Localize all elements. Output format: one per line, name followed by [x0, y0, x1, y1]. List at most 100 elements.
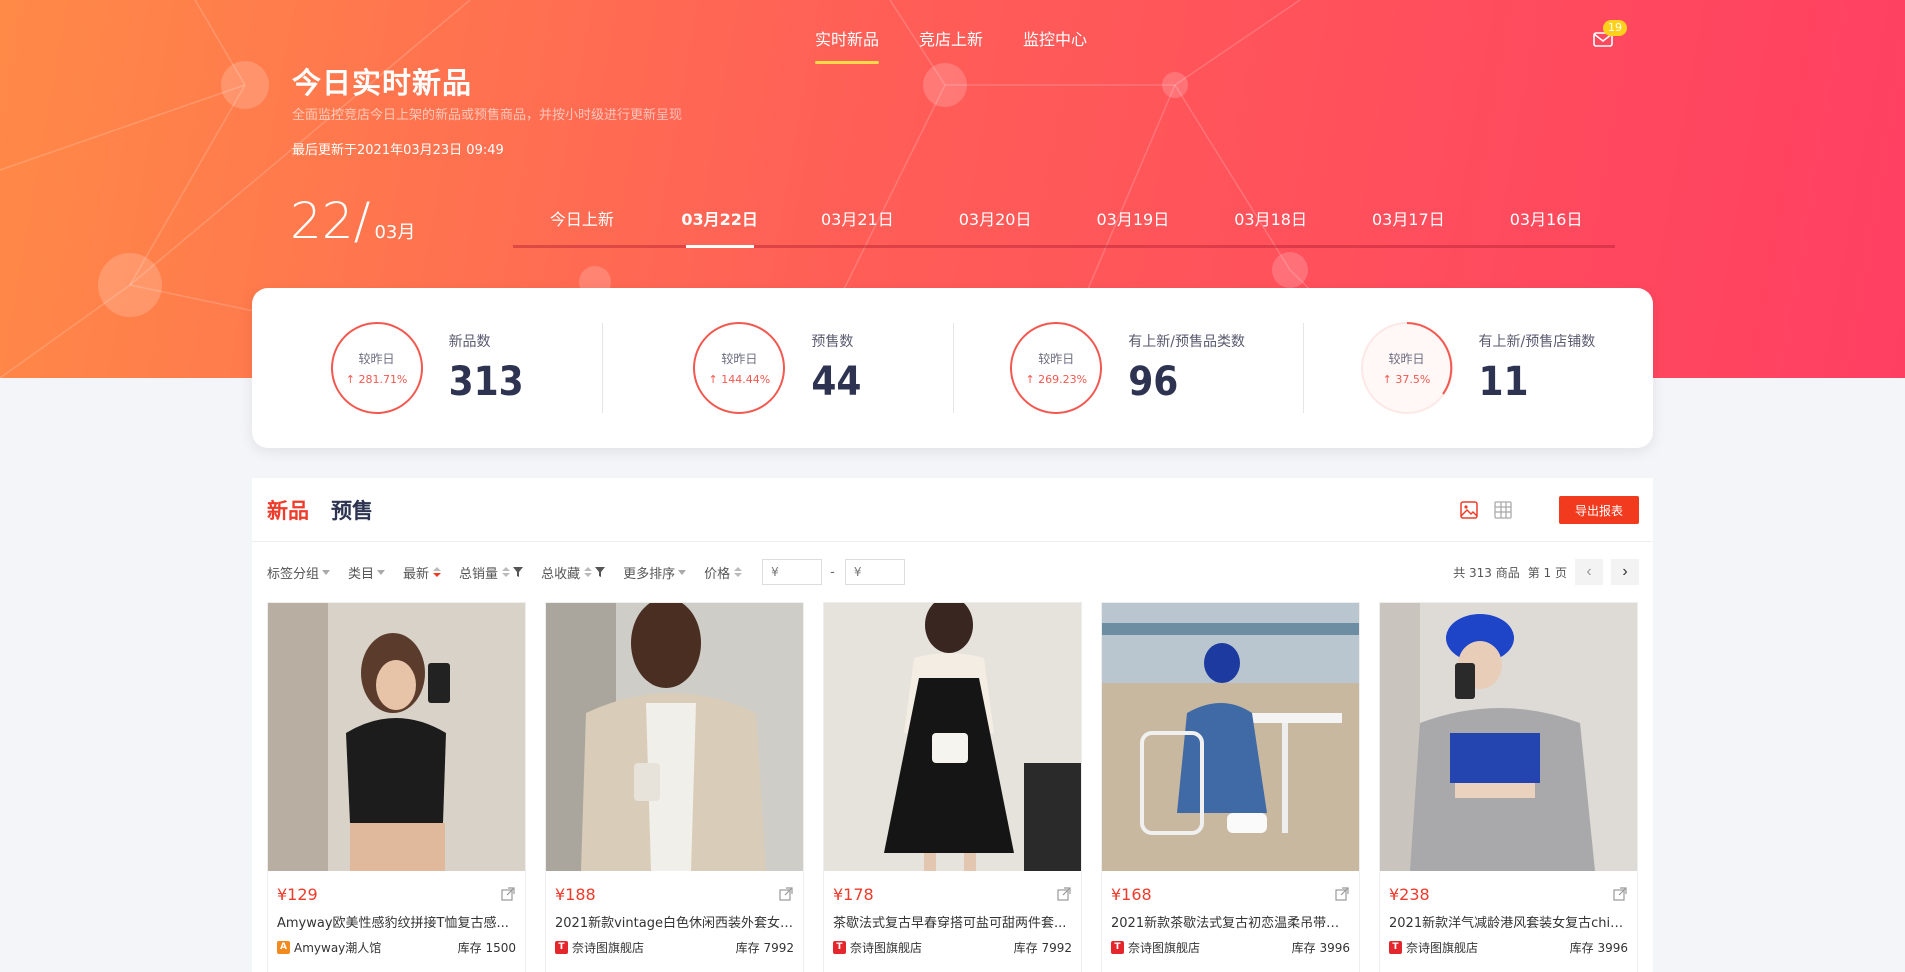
shop-name[interactable]: T 奈诗图旗舰店 [1111, 939, 1200, 956]
stat-label: 有上新/预售店铺数 [1478, 334, 1596, 350]
date-slash: / [353, 192, 371, 250]
shop-name[interactable]: T 奈诗图旗舰店 [833, 939, 922, 956]
product-title[interactable]: 2021新款茶歇法式复古初恋温柔吊带设... [1111, 912, 1350, 931]
change-value: ↑ 144.44% [708, 373, 771, 386]
product-price: ¥129 [277, 885, 318, 904]
product-image[interactable] [1380, 603, 1637, 871]
product-price: ¥168 [1111, 885, 1152, 904]
product-card[interactable]: ¥188 2021新款vintage白色休闲西装外套女in... T 奈诗图旗舰店… [545, 598, 804, 972]
page-title: 今日实时新品 [292, 66, 473, 100]
product-grid: ¥129 Amyway欧美性感豹纹拼接T恤复古感... A Amyway潮人馆 库… [252, 597, 1653, 972]
chevron-down-icon [322, 569, 331, 575]
sort-total-fav[interactable]: 总收藏 [541, 563, 606, 582]
date-tab-0321[interactable]: 03月21日 [789, 206, 927, 245]
prev-page-button[interactable]: ‹ [1575, 559, 1603, 585]
last-updated: 最后更新于2021年03月23日 09:49 [292, 143, 504, 158]
filter-label: 标签分组 [267, 566, 320, 582]
date-tab-0318[interactable]: 03月18日 [1202, 206, 1340, 245]
filter-category[interactable]: 类目 [348, 563, 386, 582]
shop-name[interactable]: T 奈诗图旗舰店 [1389, 939, 1478, 956]
price-max-input[interactable] [844, 559, 905, 585]
current-month: 03月 [374, 222, 416, 243]
product-price: ¥188 [555, 885, 596, 904]
date-tab-0316[interactable]: 03月16日 [1477, 206, 1615, 245]
shop-name[interactable]: T 奈诗图旗舰店 [555, 939, 644, 956]
sort-price[interactable]: 价格 [704, 563, 743, 582]
stat-presale-count: 较昨日 ↑ 144.44% 预售数 44 [602, 322, 952, 414]
sort-icon [502, 567, 511, 577]
filter-label: 类目 [348, 566, 375, 582]
top-nav: 实时新品 竞店上新 监控中心 [815, 26, 1087, 64]
stat-value: 11 [1478, 359, 1529, 405]
external-link-icon[interactable] [779, 887, 793, 901]
sort-icon [734, 567, 743, 577]
image-view-icon[interactable] [1459, 500, 1479, 520]
export-report-button[interactable]: 导出报表 [1559, 496, 1639, 524]
shop-label: 奈诗图旗舰店 [850, 941, 923, 955]
current-date: 22/03月 [290, 192, 415, 250]
product-image[interactable] [824, 597, 1081, 871]
nav-monitor-center[interactable]: 监控中心 [1023, 26, 1087, 64]
filter-bar: 标签分组 类目 最新 总销量 总收藏 更多排序 价格 - 共 313 商品 第 … [252, 542, 1653, 602]
external-link-icon[interactable] [1335, 887, 1349, 901]
price-min-input[interactable] [762, 559, 823, 585]
pager: 共 313 商品 第 1 页 ‹ › [1453, 559, 1639, 585]
next-page-button[interactable]: › [1611, 559, 1639, 585]
product-title[interactable]: 2021新款洋气减龄港风套装女复古chic... [1389, 912, 1628, 931]
shop-label: 奈诗图旗舰店 [1128, 941, 1201, 955]
stock-count: 库存 3996 [1569, 941, 1628, 955]
ring-label: 较昨日 [358, 352, 395, 366]
external-link-icon[interactable] [1613, 887, 1627, 901]
date-tab-today[interactable]: 今日上新 [513, 206, 651, 245]
page-indicator: 第 1 页 [1527, 565, 1567, 580]
external-link-icon[interactable] [1057, 887, 1071, 901]
product-title[interactable]: Amyway欧美性感豹纹拼接T恤复古感... [277, 912, 516, 931]
stat-value: 44 [811, 359, 862, 405]
stock-count: 库存 7992 [1013, 941, 1072, 955]
stat-category-count: 较昨日 ↑ 269.23% 有上新/预售品类数 96 [952, 322, 1303, 414]
date-tab-0317[interactable]: 03月17日 [1340, 206, 1478, 245]
stat-value: 313 [448, 359, 524, 405]
tab-presale[interactable]: 预售 [331, 495, 373, 525]
change-ring: 较昨日 ↑ 281.71% [330, 322, 423, 414]
product-title[interactable]: 茶歇法式复古早春穿搭可盐可甜两件套... [833, 912, 1072, 931]
nav-realtime-new[interactable]: 实时新品 [815, 26, 880, 64]
product-image[interactable] [268, 603, 525, 871]
shop-logo-icon: T [1389, 941, 1402, 954]
product-card[interactable]: ¥178 茶歇法式复古早春穿搭可盐可甜两件套... T 奈诗图旗舰店 库存 799… [823, 597, 1082, 972]
product-price: ¥178 [833, 885, 874, 904]
sort-total-sales[interactable]: 总销量 [459, 563, 524, 582]
product-image[interactable] [1102, 603, 1359, 871]
stat-label: 新品数 [448, 334, 491, 350]
sort-newest[interactable]: 最新 [403, 563, 442, 582]
sort-more[interactable]: 更多排序 [623, 563, 687, 582]
date-tab-0322[interactable]: 03月22日 [651, 206, 789, 245]
stock-count: 库存 3996 [1291, 941, 1350, 955]
table-view-icon[interactable] [1493, 500, 1513, 520]
external-link-icon[interactable] [501, 887, 515, 901]
stat-label: 有上新/预售品类数 [1128, 334, 1245, 350]
product-image[interactable] [546, 598, 803, 871]
product-title[interactable]: 2021新款vintage白色休闲西装外套女in... [555, 912, 794, 931]
date-tab-0320[interactable]: 03月20日 [926, 206, 1064, 245]
product-card[interactable]: ¥238 2021新款洋气减龄港风套装女复古chic... T 奈诗图旗舰店 库存… [1379, 602, 1638, 972]
ring-arc [1406, 322, 1452, 395]
sort-icon [433, 567, 442, 577]
filter-tag-group[interactable]: 标签分组 [267, 563, 331, 582]
date-tab-0319[interactable]: 03月19日 [1064, 206, 1202, 245]
shop-logo-icon: T [1111, 941, 1124, 954]
change-ring: 较昨日 ↑ 269.23% [1010, 322, 1103, 414]
filter-funnel-icon[interactable] [595, 567, 606, 577]
product-card[interactable]: ¥168 2021新款茶歇法式复古初恋温柔吊带设... T 奈诗图旗舰店 库存 3… [1101, 602, 1360, 972]
tab-new[interactable]: 新品 [267, 495, 309, 525]
stats-card: 较昨日 ↑ 281.71% 新品数 313 较昨日 ↑ 144.44% 预售数 … [252, 288, 1653, 448]
shop-label: 奈诗图旗舰店 [1406, 941, 1479, 955]
change-ring: 较昨日 ↑ 144.44% [693, 322, 786, 414]
product-card[interactable]: ¥129 Amyway欧美性感豹纹拼接T恤复古感... A Amyway潮人馆 库… [267, 602, 526, 972]
filter-funnel-icon[interactable] [513, 567, 524, 577]
nav-competitor-new[interactable]: 竞店上新 [919, 26, 983, 64]
current-day: 22 [290, 192, 354, 250]
ring-label: 较昨日 [721, 352, 758, 366]
shop-name[interactable]: A Amyway潮人馆 [277, 939, 381, 956]
panel-header: 新品 预售 导出报表 [252, 478, 1653, 542]
